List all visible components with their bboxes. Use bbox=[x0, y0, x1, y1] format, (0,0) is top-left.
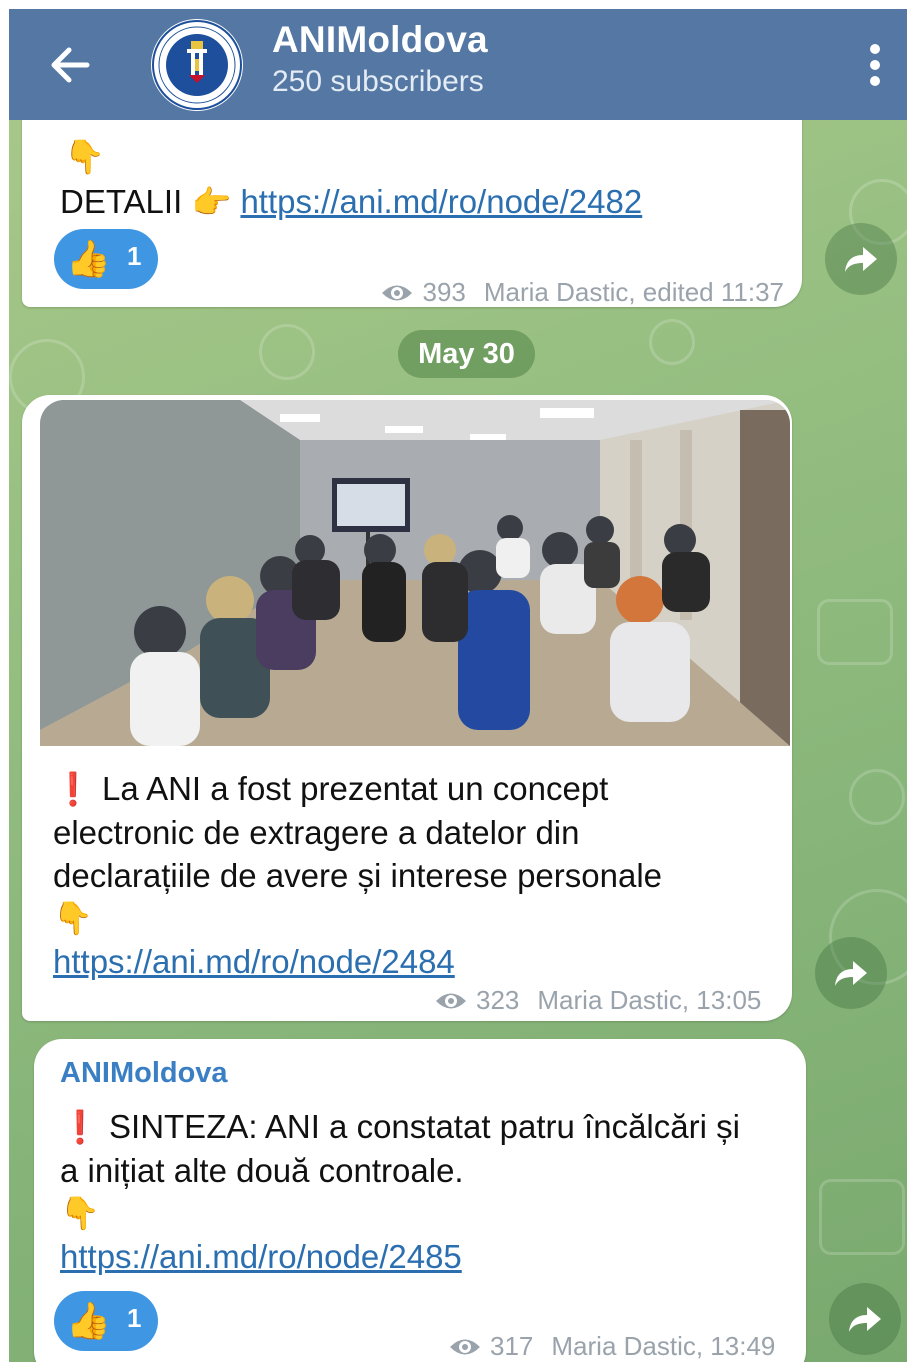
view-count: 393 bbox=[422, 277, 466, 307]
pointing-right-emoji: 👉 bbox=[191, 184, 232, 220]
message-link[interactable]: https://ani.md/ro/node/2484 bbox=[53, 943, 455, 980]
reaction-thumbs-up[interactable]: 👍 1 bbox=[54, 1291, 158, 1351]
channel-avatar[interactable] bbox=[151, 19, 243, 111]
author-time: Maria Dastic, 13:05 bbox=[537, 985, 762, 1015]
wallpaper-doodle bbox=[849, 769, 905, 825]
message-bubble[interactable]: ANIMoldova ❗ SINTEZA: ANI a constatat pa… bbox=[34, 1039, 806, 1362]
author-time: Maria Dastic, 13:49 bbox=[551, 1331, 776, 1361]
reaction-count: 1 bbox=[127, 1303, 142, 1333]
chat-header: ANIMoldova 250 subscribers bbox=[9, 9, 907, 120]
message-line: electronic de extragere a datelor din bbox=[53, 814, 580, 851]
pointing-down-emoji: 👇 bbox=[60, 1195, 100, 1231]
ani-logo-icon bbox=[152, 20, 242, 110]
thumbs-up-icon: 👍 bbox=[66, 1300, 111, 1341]
exclamation-emoji: ❗ bbox=[60, 1109, 100, 1145]
forward-button[interactable] bbox=[825, 223, 897, 295]
message-text: ❗ La ANI a fost prezentat un concept ele… bbox=[53, 767, 662, 983]
share-arrow-icon bbox=[849, 1307, 881, 1332]
share-arrow-icon bbox=[845, 247, 877, 272]
pointing-down-emoji: 👇 bbox=[53, 900, 93, 936]
message-link[interactable]: https://ani.md/ro/node/2482 bbox=[240, 183, 642, 220]
subscriber-count: 250 subscribers bbox=[272, 65, 484, 98]
message-line: La ANI a fost prezentat un concept bbox=[102, 770, 609, 807]
pointing-down-emoji: 👇 bbox=[64, 138, 106, 175]
more-vertical-icon bbox=[870, 44, 880, 86]
message-line: SINTEZA: ANI a constatat patru încălcări… bbox=[109, 1108, 740, 1145]
forward-button[interactable] bbox=[815, 937, 887, 1009]
message-text: DETALII 👉 https://ani.md/ro/node/2482 bbox=[60, 180, 642, 224]
view-count: 317 bbox=[490, 1331, 534, 1361]
message-photo[interactable] bbox=[40, 400, 790, 746]
channel-title[interactable]: ANIMoldova bbox=[272, 19, 488, 61]
wallpaper-doodle bbox=[817, 599, 893, 665]
meeting-room-image bbox=[40, 400, 790, 746]
chat-screen: ANIMoldova 250 subscribers 👇 DETALII 👉 h… bbox=[9, 9, 907, 1362]
message-text: ❗ SINTEZA: ANI a constatat patru încălcă… bbox=[60, 1105, 740, 1278]
message-meta: 317 Maria Dastic, 13:49 bbox=[448, 1331, 775, 1362]
view-count: 323 bbox=[476, 985, 520, 1015]
date-separator: May 30 bbox=[398, 330, 535, 378]
sender-name[interactable]: ANIMoldova bbox=[60, 1057, 228, 1090]
wallpaper-doodle bbox=[259, 324, 315, 380]
reaction-thumbs-up[interactable]: 👍 1 bbox=[54, 229, 158, 289]
thumbs-up-icon: 👍 bbox=[66, 238, 111, 279]
back-button[interactable] bbox=[41, 35, 101, 95]
eye-icon bbox=[382, 285, 413, 300]
wallpaper-doodle bbox=[819, 1179, 905, 1255]
wallpaper-doodle bbox=[649, 319, 695, 365]
author-time: Maria Dastic, edited 11:37 bbox=[483, 277, 784, 307]
message-meta: 323 Maria Dastic, 13:05 bbox=[434, 985, 761, 1016]
message-line: a inițiat alte două controale. bbox=[60, 1152, 464, 1189]
arrow-left-icon bbox=[51, 47, 90, 83]
message-line: declarațiile de avere și interese person… bbox=[53, 857, 663, 894]
message-link[interactable]: https://ani.md/ro/node/2485 bbox=[60, 1238, 462, 1275]
eye-icon bbox=[436, 993, 466, 1008]
reaction-count: 1 bbox=[127, 241, 142, 271]
more-menu-button[interactable] bbox=[855, 33, 895, 97]
eye-icon bbox=[450, 1339, 480, 1354]
detail-label: DETALII bbox=[60, 183, 183, 220]
message-meta: 393 Maria Dastic, edited 11:37 bbox=[380, 277, 784, 308]
share-arrow-icon bbox=[835, 961, 867, 986]
exclamation-emoji: ❗ bbox=[53, 771, 93, 807]
forward-button[interactable] bbox=[829, 1283, 901, 1355]
